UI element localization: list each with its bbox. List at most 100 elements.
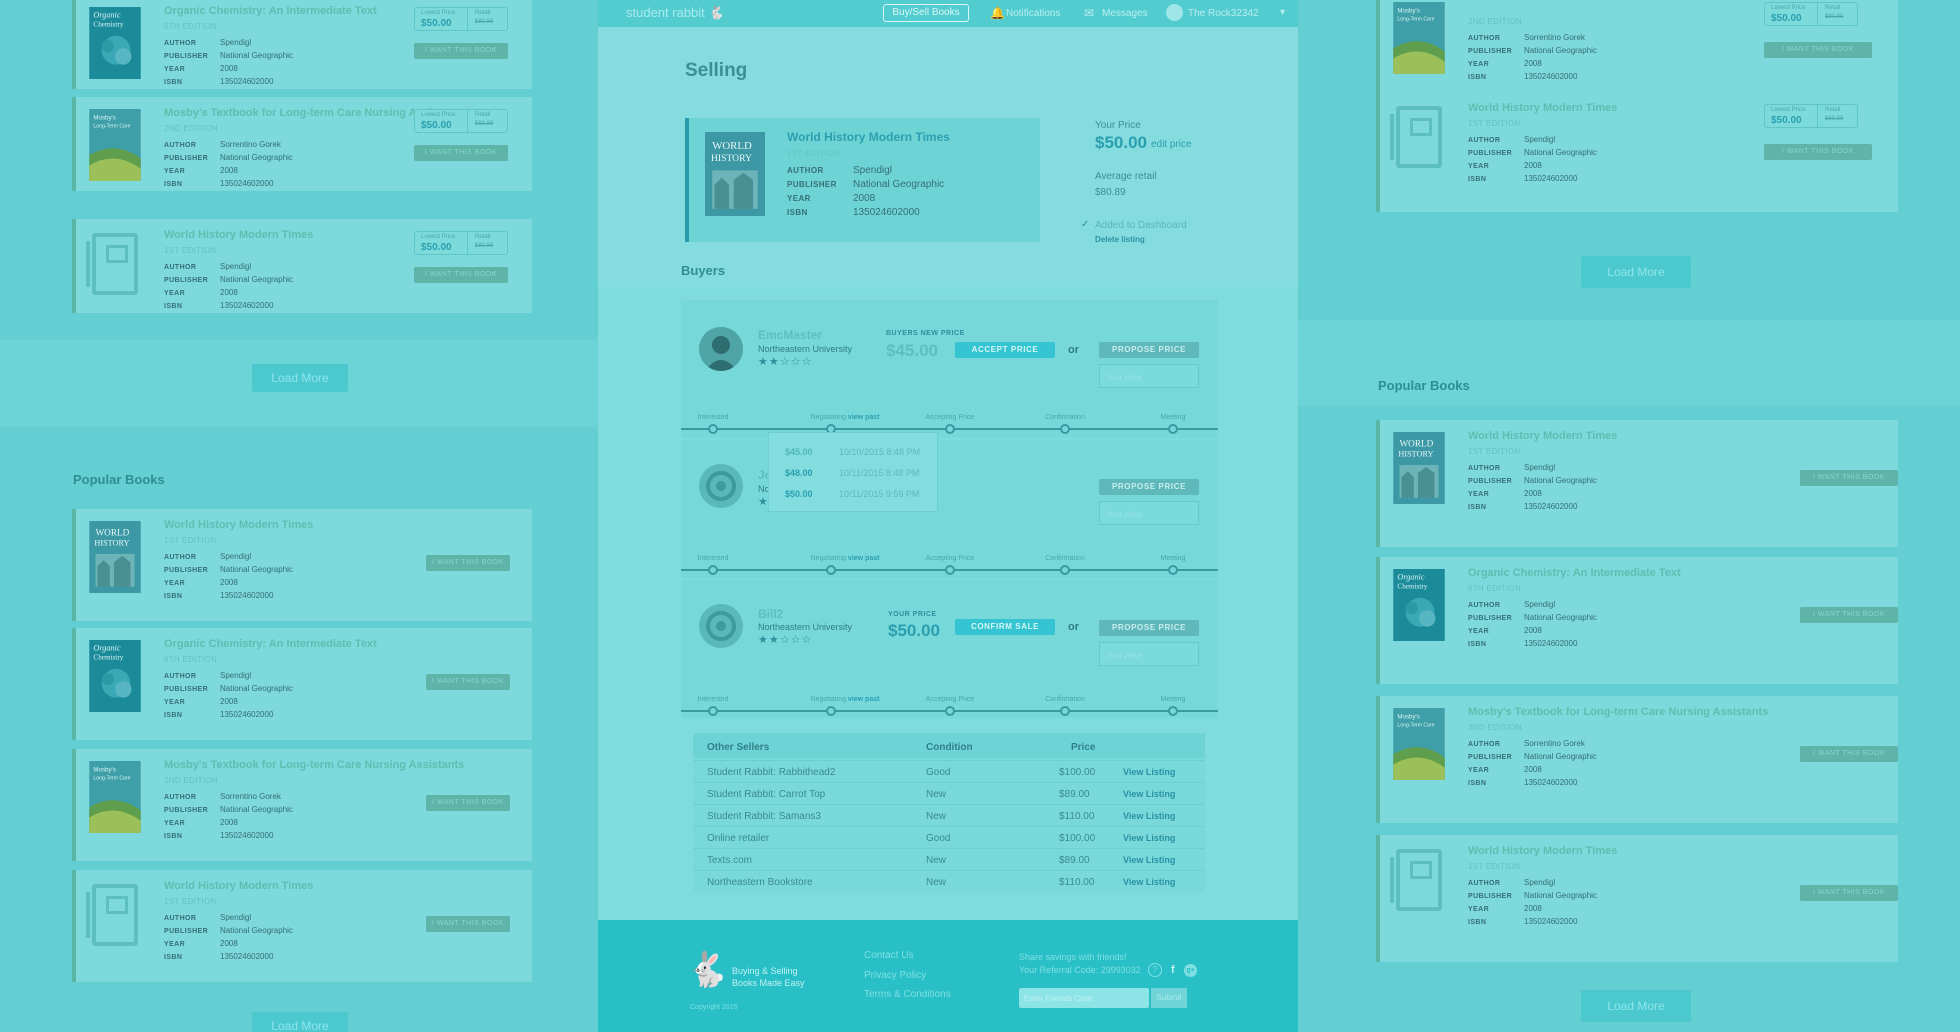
view-listing-link[interactable]: View Listing bbox=[1123, 811, 1175, 821]
book-card[interactable]: Mosby's Long-Term Care Mosby's Textbook fo… bbox=[72, 97, 532, 191]
want-this-book-button[interactable]: I WANT THIS BOOK bbox=[1800, 885, 1898, 901]
view-past-link[interactable]: view past bbox=[848, 696, 880, 703]
book-card[interactable]: World History Modern Times 1ST EDITION AUT… bbox=[72, 870, 532, 982]
price-box: Lowest Price $50.00 Retail $80.89 bbox=[414, 109, 508, 133]
buy-sell-button[interactable]: Buy/Sell Books bbox=[883, 4, 969, 22]
book-title[interactable]: World History Modern Times bbox=[164, 229, 313, 241]
avg-retail-value: $80.89 bbox=[1095, 187, 1126, 198]
want-this-book-button[interactable]: I WANT THIS BOOK bbox=[1800, 607, 1898, 623]
book-title[interactable]: Mosby's Textbook for Long-term Care Nurs… bbox=[164, 759, 464, 771]
book-card[interactable]: Mosby's Long-Term Care Mosby's Textbook fo… bbox=[72, 749, 532, 861]
submit-button[interactable]: Submit bbox=[1151, 988, 1187, 1008]
want-this-book-button[interactable]: I WANT THIS BOOK bbox=[426, 795, 510, 811]
edit-price-link[interactable]: edit price bbox=[1151, 139, 1192, 150]
help-icon[interactable]: ? bbox=[1148, 963, 1162, 977]
want-this-book-button[interactable]: I WANT THIS BOOK bbox=[1764, 144, 1872, 160]
footer-tagline-1: Buying & Selling bbox=[732, 966, 798, 976]
book-title[interactable]: Organic Chemistry: An Intermediate Text bbox=[164, 5, 377, 17]
logo[interactable]: student rabbit 🐇 bbox=[626, 5, 725, 21]
book-edition: 6TH EDITION bbox=[164, 22, 218, 31]
book-card[interactable]: Mosby's Long-Term Care Mosby's Textbook fo… bbox=[1376, 696, 1898, 823]
left-load-more-button[interactable]: Load More bbox=[252, 364, 348, 392]
view-listing-link[interactable]: View Listing bbox=[1123, 789, 1175, 799]
book-title[interactable]: World History Modern Times bbox=[1468, 845, 1617, 857]
book-card[interactable]: Organic Chemistry Organic Chemistry: An In… bbox=[72, 628, 532, 740]
want-this-book-button[interactable]: I WANT THIS BOOK bbox=[1764, 42, 1872, 58]
lowest-price-label: Lowest Price bbox=[421, 112, 456, 118]
buyer-name[interactable]: EmcMaster bbox=[758, 328, 822, 342]
chevron-down-icon[interactable]: ▾ bbox=[1280, 7, 1285, 18]
book-card[interactable]: World History Modern Times 1ST EDITION AUT… bbox=[1376, 92, 1898, 212]
want-this-book-button[interactable]: I WANT THIS BOOK bbox=[426, 674, 510, 690]
footer-link-terms[interactable]: Terms & Conditions bbox=[864, 989, 951, 1000]
footer-link-contact[interactable]: Contact Us bbox=[864, 950, 913, 961]
book-card[interactable]: World History Modern Times 1ST EDITION AUT… bbox=[1376, 835, 1898, 962]
notifications-link[interactable]: Notifications bbox=[1006, 8, 1060, 19]
lowest-price-value: $50.00 bbox=[1771, 13, 1802, 24]
book-title[interactable]: Organic Chemistry: An Intermediate Text bbox=[1468, 567, 1681, 579]
delete-listing-link[interactable]: Delete listing bbox=[1095, 235, 1145, 244]
book-card[interactable]: WORLD HISTORY World History Modern Times 1S… bbox=[72, 509, 532, 621]
lowest-price-value: $50.00 bbox=[421, 18, 452, 29]
buyer-name[interactable]: Bill2 bbox=[758, 607, 783, 621]
friends-code-input[interactable]: Enter Friends Code bbox=[1019, 988, 1149, 1008]
google-plus-icon[interactable]: g+ bbox=[1184, 964, 1197, 977]
book-title[interactable]: World History Modern Times bbox=[164, 519, 313, 531]
view-listing-link[interactable]: View Listing bbox=[1123, 767, 1175, 777]
book-card[interactable]: World History Modern Times 1ST EDITION AUT… bbox=[72, 219, 532, 313]
accept-price-button[interactable]: ACCEPT PRICE bbox=[955, 342, 1055, 358]
book-title[interactable]: Mosby's Textbook for Long-term Care Nurs… bbox=[1468, 706, 1768, 718]
user-name[interactable]: The Rock32342 bbox=[1188, 8, 1259, 19]
confirm-sale-button[interactable]: CONFIRM SALE bbox=[955, 619, 1055, 635]
or-label: or bbox=[1068, 344, 1079, 356]
right-load-more-button[interactable]: Load More bbox=[1581, 256, 1691, 288]
book-card[interactable]: Organic Chemistry Organic Chemistry: An In… bbox=[72, 0, 532, 89]
table-row: Student Rabbit: Rabbithead2 Good $100.00 Vi… bbox=[693, 760, 1205, 782]
propose-price-button[interactable]: PROPOSE PRICE bbox=[1099, 620, 1199, 636]
want-this-book-button[interactable]: I WANT THIS BOOK bbox=[426, 916, 510, 932]
year-value: 2008 bbox=[1524, 765, 1542, 774]
view-listing-link[interactable]: View Listing bbox=[1123, 855, 1175, 865]
want-this-book-button[interactable]: I WANT THIS BOOK bbox=[414, 43, 508, 59]
footer-link-privacy[interactable]: Privacy Policy bbox=[864, 970, 926, 981]
view-past-link[interactable]: view past bbox=[848, 555, 880, 562]
want-this-book-button[interactable]: I WANT THIS BOOK bbox=[414, 145, 508, 161]
left-load-more-bottom-button[interactable]: Load More bbox=[252, 1012, 348, 1032]
book-title[interactable]: Organic Chemistry: An Intermediate Text bbox=[164, 638, 377, 650]
want-this-book-button[interactable]: I WANT THIS BOOK bbox=[1800, 746, 1898, 762]
your-price-input[interactable]: Your price bbox=[1099, 364, 1199, 388]
your-price-label: Your Price bbox=[1095, 120, 1141, 131]
view-past-link[interactable]: view past bbox=[848, 414, 880, 421]
book-card[interactable]: Organic Chemistry Organic Chemistry: An In… bbox=[1376, 557, 1898, 684]
book-meta: AUTHOR Spendigl PUBLISHER National Geograph… bbox=[1468, 877, 1597, 929]
book-title[interactable]: World History Modern Times bbox=[164, 880, 313, 892]
isbn-label: ISBN bbox=[164, 303, 183, 310]
propose-price-button[interactable]: PROPOSE PRICE bbox=[1099, 479, 1199, 495]
svg-text:Mosby's: Mosby's bbox=[93, 766, 115, 773]
facebook-icon[interactable]: f bbox=[1171, 964, 1175, 976]
isbn-label: ISBN bbox=[164, 79, 183, 86]
table-row: Texts.com New $89.00 View Listing bbox=[693, 848, 1205, 870]
author-value: Spendigl bbox=[220, 913, 252, 922]
view-listing-link[interactable]: View Listing bbox=[1123, 877, 1175, 887]
book-placeholder-icon bbox=[1390, 849, 1442, 911]
want-this-book-button[interactable]: I WANT THIS BOOK bbox=[426, 555, 510, 571]
your-price-input[interactable]: Your price bbox=[1099, 501, 1199, 525]
year-label: YEAR bbox=[1468, 163, 1490, 170]
isbn-value: 135024602000 bbox=[220, 710, 274, 719]
author-value: Spendigl bbox=[1524, 600, 1556, 609]
want-this-book-button[interactable]: I WANT THIS BOOK bbox=[1800, 470, 1898, 486]
history-price: $45.00 bbox=[785, 447, 813, 457]
book-title[interactable]: World History Modern Times bbox=[1468, 430, 1617, 442]
your-price-label: YOUR PRICE bbox=[888, 611, 937, 618]
right-load-more-bottom-button[interactable]: Load More bbox=[1581, 990, 1691, 1022]
book-edition: 2ND EDITION bbox=[1468, 723, 1522, 732]
your-price-input[interactable]: Your price bbox=[1099, 642, 1199, 666]
view-listing-link[interactable]: View Listing bbox=[1123, 833, 1175, 843]
want-this-book-button[interactable]: I WANT THIS BOOK bbox=[414, 267, 508, 283]
user-avatar[interactable] bbox=[1166, 4, 1183, 21]
propose-price-button[interactable]: PROPOSE PRICE bbox=[1099, 342, 1199, 358]
book-card[interactable]: WORLD HISTORY World History Modern Times 1S… bbox=[1376, 420, 1898, 547]
messages-link[interactable]: Messages bbox=[1102, 8, 1148, 19]
book-title[interactable]: World History Modern Times bbox=[1468, 102, 1617, 114]
